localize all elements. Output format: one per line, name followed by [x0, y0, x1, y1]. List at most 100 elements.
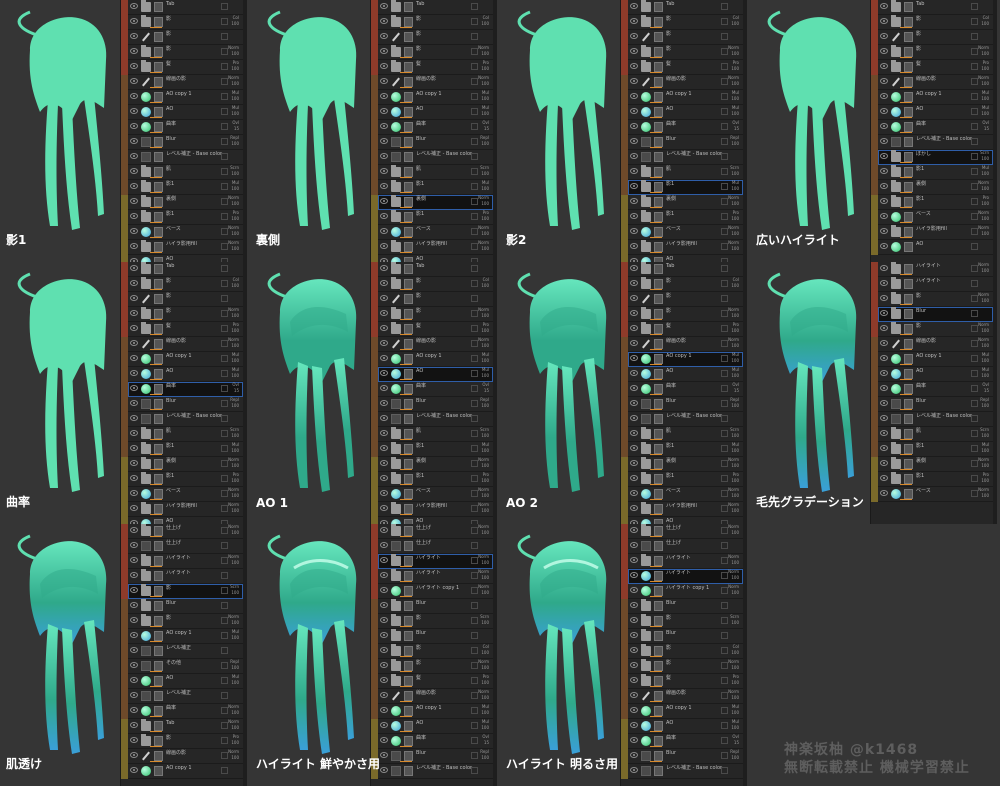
eye-icon[interactable] [380, 18, 388, 24]
layer-row[interactable]: AO [878, 240, 993, 255]
layer-checkbox[interactable] [721, 767, 728, 774]
eye-icon[interactable] [880, 48, 888, 54]
layer-row[interactable]: AO Mul 100 [878, 367, 993, 382]
layer-row[interactable]: 影 Col 100 [128, 15, 243, 30]
eye-icon[interactable] [380, 93, 388, 99]
layer-opacity-value[interactable]: 100 [731, 21, 739, 27]
layer-mask-thumbnail[interactable] [404, 197, 413, 207]
layer-row[interactable]: 線画の影 Norm 100 [878, 337, 993, 352]
layer-row[interactable]: 肌 Scrn 100 [378, 165, 493, 180]
layer-opacity-value[interactable]: 100 [731, 81, 739, 87]
eye-icon[interactable] [130, 280, 138, 286]
layer-row[interactable]: 影1 Mul 100 [878, 165, 993, 180]
layer-mask-thumbnail[interactable] [154, 616, 163, 626]
eye-icon[interactable] [630, 752, 638, 758]
layer-opacity-value[interactable]: 100 [231, 463, 239, 469]
layer-mask-thumbnail[interactable] [154, 399, 163, 409]
layer-mask-thumbnail[interactable] [654, 706, 663, 716]
layer-row[interactable]: ハイラ影用fill Norm 100 [128, 240, 243, 255]
layer-opacity-value[interactable]: 100 [731, 201, 739, 207]
layer-row[interactable]: 影 [128, 292, 243, 307]
layer-mask-thumbnail[interactable] [154, 107, 163, 117]
layer-opacity-value[interactable]: 100 [231, 665, 239, 671]
layer-checkbox[interactable] [221, 325, 228, 332]
layer-mask-thumbnail[interactable] [654, 77, 663, 87]
eye-icon[interactable] [130, 587, 138, 593]
layer-row[interactable]: Tab [378, 0, 493, 15]
layer-checkbox[interactable] [471, 213, 478, 220]
layer-checkbox[interactable] [721, 722, 728, 729]
layer-row[interactable]: 影1 Mul 100 [128, 442, 243, 457]
layer-row[interactable]: 影 Norm 100 [878, 292, 993, 307]
layer-checkbox[interactable] [471, 265, 478, 272]
layer-opacity-value[interactable]: 15 [484, 126, 489, 132]
layer-mask-thumbnail[interactable] [904, 167, 913, 177]
layer-row[interactable]: 裏側 Norm 100 [128, 195, 243, 210]
layer-opacity-value[interactable]: 100 [481, 463, 489, 469]
layer-checkbox[interactable] [471, 767, 478, 774]
layer-opacity-value[interactable]: 100 [731, 620, 739, 626]
layer-mask-thumbnail[interactable] [154, 369, 163, 379]
layer-mask-thumbnail[interactable] [654, 227, 663, 237]
layer-checkbox[interactable] [971, 280, 978, 287]
layer-row[interactable]: 影 Norm 100 [628, 307, 743, 322]
eye-icon[interactable] [130, 490, 138, 496]
layer-checkbox[interactable] [471, 632, 478, 639]
eye-icon[interactable] [630, 295, 638, 301]
layer-mask-thumbnail[interactable] [404, 399, 413, 409]
eye-icon[interactable] [380, 400, 388, 406]
layer-row[interactable]: 影 Col 100 [628, 644, 743, 659]
eye-icon[interactable] [380, 198, 388, 204]
layer-opacity-value[interactable]: 100 [481, 201, 489, 207]
layer-row[interactable]: 線画の影 Norm 100 [378, 337, 493, 352]
layer-row[interactable]: 線画の影 Norm 100 [628, 689, 743, 704]
layer-opacity-value[interactable]: 100 [231, 530, 239, 536]
layer-row[interactable]: 裏側 Norm 100 [378, 457, 493, 472]
layer-opacity-value[interactable]: 100 [731, 665, 739, 671]
layer-mask-thumbnail[interactable] [654, 766, 663, 776]
layer-opacity-value[interactable]: 100 [981, 493, 989, 499]
layer-opacity-value[interactable]: 100 [731, 530, 739, 536]
layer-checkbox[interactable] [221, 280, 228, 287]
layer-mask-thumbnail[interactable] [404, 721, 413, 731]
layer-checkbox[interactable] [221, 63, 228, 70]
layer-checkbox[interactable] [471, 475, 478, 482]
eye-icon[interactable] [380, 587, 388, 593]
eye-icon[interactable] [380, 243, 388, 249]
eye-icon[interactable] [880, 490, 888, 496]
eye-icon[interactable] [630, 587, 638, 593]
eye-icon[interactable] [380, 295, 388, 301]
eye-icon[interactable] [380, 213, 388, 219]
layer-row[interactable]: 髪 Pro 100 [378, 60, 493, 75]
layer-checkbox[interactable] [721, 138, 728, 145]
layer-opacity-value[interactable]: 100 [481, 560, 489, 566]
layer-row[interactable]: Tab [378, 262, 493, 277]
layer-checkbox[interactable] [971, 370, 978, 377]
layer-row[interactable]: 影1 Pro 100 [878, 472, 993, 487]
layer-row[interactable]: AO copy 1 Mul 100 [128, 629, 243, 644]
eye-icon[interactable] [130, 415, 138, 421]
layer-checkbox[interactable] [971, 48, 978, 55]
layer-opacity-value[interactable]: 100 [481, 111, 489, 117]
layer-mask-thumbnail[interactable] [904, 77, 913, 87]
layer-opacity-value[interactable]: 100 [231, 201, 239, 207]
layer-row[interactable]: Blur [128, 599, 243, 614]
layer-opacity-value[interactable]: 100 [481, 328, 489, 334]
eye-icon[interactable] [630, 78, 638, 84]
layer-opacity-value[interactable]: 100 [231, 755, 239, 761]
eye-icon[interactable] [380, 183, 388, 189]
eye-icon[interactable] [380, 662, 388, 668]
layer-mask-thumbnail[interactable] [154, 706, 163, 716]
layer-checkbox[interactable] [721, 632, 728, 639]
layer-checkbox[interactable] [471, 647, 478, 654]
layer-mask-thumbnail[interactable] [904, 414, 913, 424]
layer-opacity-value[interactable]: 100 [981, 268, 989, 274]
eye-icon[interactable] [130, 557, 138, 563]
eye-icon[interactable] [630, 415, 638, 421]
layer-checkbox[interactable] [471, 33, 478, 40]
layer-checkbox[interactable] [471, 572, 478, 579]
layer-mask-thumbnail[interactable] [404, 324, 413, 334]
eye-icon[interactable] [630, 385, 638, 391]
eye-icon[interactable] [880, 385, 888, 391]
eye-icon[interactable] [380, 108, 388, 114]
